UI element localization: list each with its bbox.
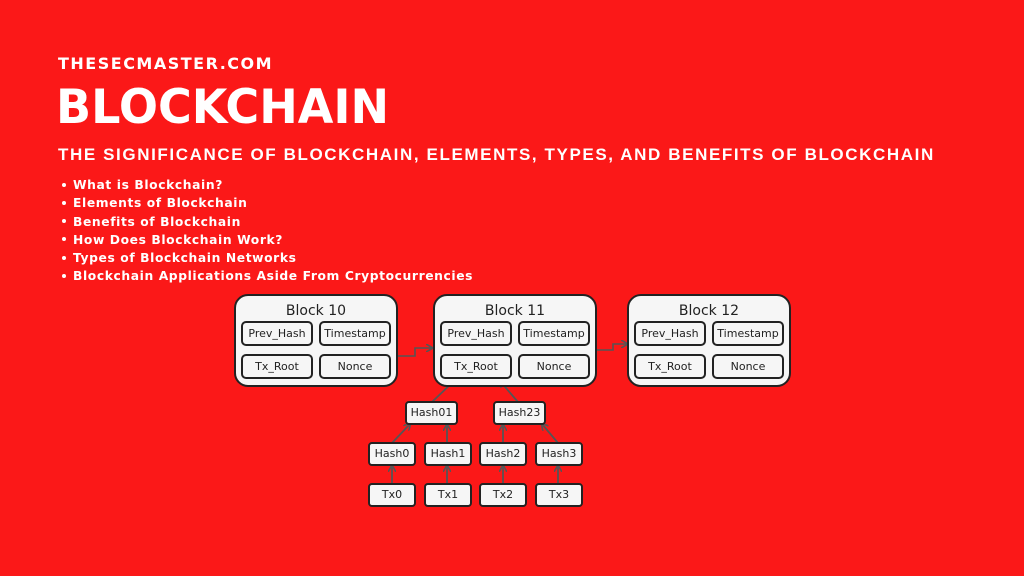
chain-link-10-11 [397,348,432,357]
field-timestamp: Timestamp [319,321,391,346]
node-tx0: Tx0 [368,483,416,507]
block-12: Block 12 Prev_Hash Timestamp Tx_Root Non… [627,294,791,387]
node-hash3: Hash3 [535,442,583,466]
toc-item: How Does Blockchain Work? [62,231,473,249]
toc-item-label: Elements of Blockchain [73,196,248,211]
block-title: Block 12 [678,303,740,319]
bullet-icon [62,273,66,278]
node-tx3: Tx3 [535,483,583,507]
field-nonce: Nonce [319,354,391,379]
node-hash2: Hash2 [479,442,527,466]
page-subtitle: THE SIGNIFICANCE OF BLOCKCHAIN, ELEMENTS… [58,145,935,164]
field-prev-hash: Prev_Hash [241,321,313,346]
block-11: Block 11 Prev_Hash Timestamp Tx_Root Non… [433,294,597,387]
toc-item-label: What is Blockchain? [73,178,223,192]
site-name: THESECMASTER.COM [58,54,274,73]
node-tx2: Tx2 [479,483,527,507]
node-tx1: Tx1 [424,483,472,507]
node-hash01: Hash01 [405,401,458,425]
field-timestamp: Timestamp [712,321,784,346]
bullet-icon [62,219,66,224]
toc-item: Benefits of Blockchain [62,213,473,231]
toc-item-label: Types of Blockchain Networks [73,251,297,266]
page-title: BLOCKCHAIN [56,80,390,135]
field-timestamp: Timestamp [518,321,590,346]
edge-hash3-hash23 [542,424,559,444]
edge-hash0-hash01 [391,424,410,444]
toc-item: What is Blockchain? [62,176,473,194]
toc-item: Types of Blockchain Networks [62,249,473,267]
field-nonce: Nonce [712,354,784,379]
bullet-icon [62,182,66,187]
toc-item-label: Blockchain Applications Aside From Crypt… [73,269,474,284]
node-hash23: Hash23 [493,401,546,425]
toc-item: Blockchain Applications Aside From Crypt… [62,267,473,285]
block-10: Block 10 Prev_Hash Timestamp Tx_Root Non… [234,294,398,387]
field-tx-root: Tx_Root [634,354,706,379]
bullet-icon [62,200,66,205]
chain-link-11-12 [596,344,627,351]
field-tx-root: Tx_Root [440,354,512,379]
node-hash0: Hash0 [368,442,416,466]
toc-item-label: How Does Blockchain Work? [73,232,284,247]
toc-item: Elements of Blockchain [62,194,473,212]
toc-item-label: Benefits of Blockchain [73,214,241,229]
block-title: Block 11 [484,303,546,319]
block-title: Block 10 [285,303,347,319]
bullet-icon [62,255,66,260]
field-prev-hash: Prev_Hash [440,321,512,346]
field-tx-root: Tx_Root [241,354,313,379]
field-nonce: Nonce [518,354,590,379]
bullet-icon [62,237,66,242]
field-prev-hash: Prev_Hash [634,321,706,346]
table-of-contents: What is Blockchain? Elements of Blockcha… [62,176,473,286]
node-hash1: Hash1 [424,442,472,466]
